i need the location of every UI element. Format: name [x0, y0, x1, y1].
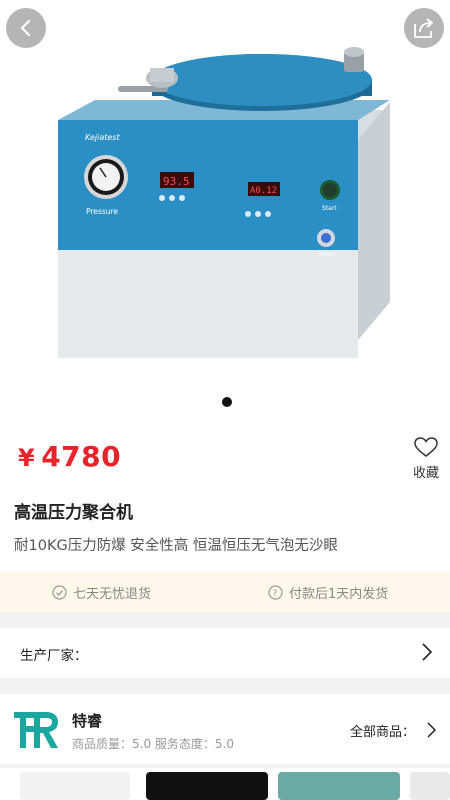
guarantee-label: 付款后1天内发货 — [289, 586, 389, 602]
shop-logo — [14, 712, 58, 748]
recommended-products — [0, 768, 450, 800]
brand-label: Kejiatest — [85, 133, 120, 142]
check-circle-icon — [52, 584, 67, 600]
chevron-right-icon — [427, 722, 437, 738]
power-label: Power — [318, 251, 337, 258]
product-image: Kejiatest Pressure 93.5 A0.12 Start Powe… — [58, 47, 390, 358]
section-divider — [0, 612, 450, 628]
manufacturer-row[interactable]: 生产厂家： — [0, 628, 450, 678]
currency-symbol: ¥ — [18, 444, 36, 472]
start-label: Start — [322, 205, 337, 212]
product-thumbnail[interactable] — [146, 772, 268, 800]
price-value: 4780 — [41, 440, 122, 473]
product-thumbnail[interactable] — [20, 772, 130, 800]
back-button[interactable] — [6, 8, 46, 48]
shop-card[interactable]: 特睿 商品质量：5.0 服务态度：5.0 全部商品： — [0, 694, 450, 764]
product-gallery[interactable]: Kejiatest Pressure 93.5 A0.12 Start Powe… — [0, 0, 450, 420]
pressure-label: Pressure — [86, 207, 118, 216]
product-subtitle: 耐10KG压力防爆 安全性高 恒温恒压无气泡无沙眼 — [14, 538, 338, 554]
chevron-right-icon — [422, 643, 433, 661]
temp-display: 93.5 — [163, 175, 190, 188]
svg-text:?: ? — [273, 589, 278, 599]
page-indicator-dot — [222, 397, 232, 407]
favorite-label: 收藏 — [412, 466, 439, 481]
product-title: 高温压力聚合机 — [14, 503, 133, 523]
product-thumbnail[interactable] — [278, 772, 400, 800]
manufacturer-label: 生产厂家： — [20, 648, 88, 664]
share-button[interactable] — [404, 8, 444, 48]
all-products-link[interactable]: 全部商品： — [350, 721, 415, 740]
question-circle-icon: ? — [268, 584, 283, 600]
heart-icon — [414, 437, 438, 457]
guarantee-bar: 七天无忧退货 ? 付款后1天内发货 — [0, 572, 450, 612]
favorite-button[interactable]: 收藏 — [406, 436, 446, 481]
shop-rating: 商品质量：5.0 服务态度：5.0 — [72, 737, 234, 751]
guarantee-label: 七天无忧退货 — [73, 586, 152, 602]
share-icon — [414, 18, 433, 38]
timer-display: A0.12 — [250, 186, 277, 196]
guarantee-item-shipping: ? 付款后1天内发货 — [268, 572, 388, 612]
guarantee-item-returns: 七天无忧退货 — [52, 572, 151, 612]
price-row: ¥4780 收藏 — [0, 430, 450, 490]
chevron-left-icon — [20, 19, 31, 37]
product-thumbnail[interactable] — [410, 772, 450, 800]
section-divider — [0, 678, 450, 694]
shop-name: 特睿 — [72, 712, 103, 730]
price: ¥4780 — [18, 440, 121, 473]
